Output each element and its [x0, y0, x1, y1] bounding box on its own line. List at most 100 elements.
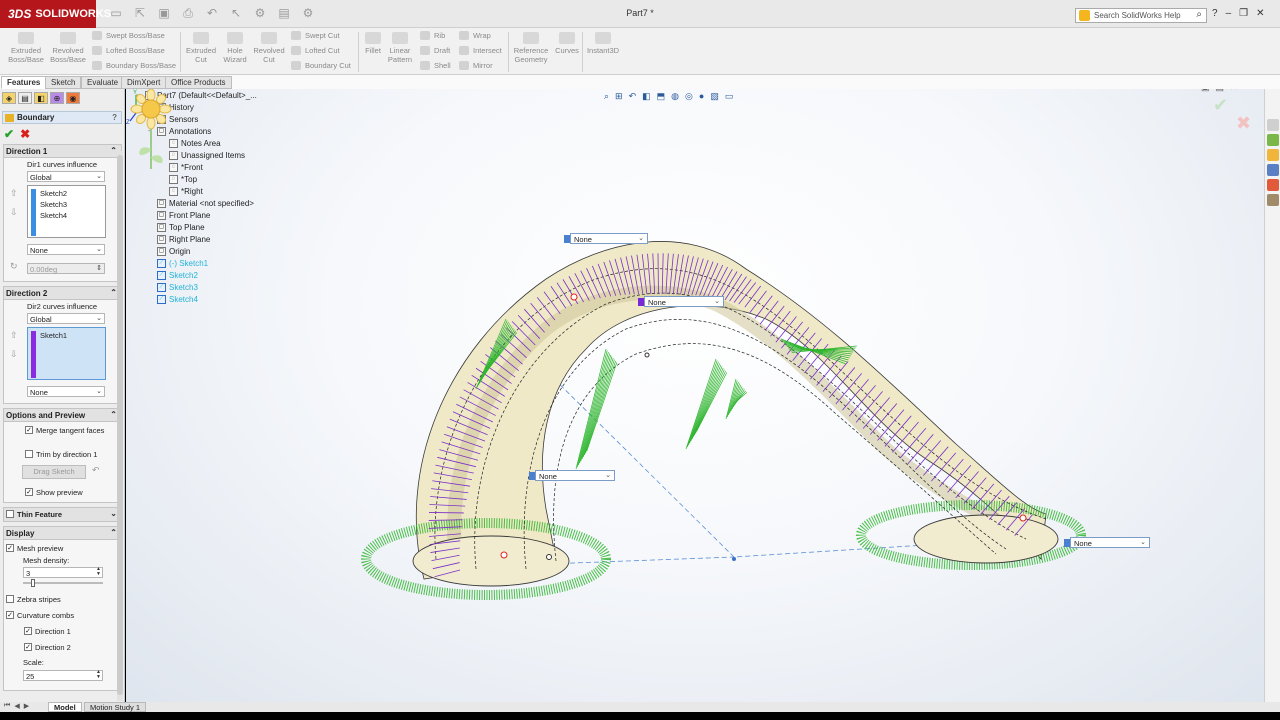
extruded-cut-button[interactable]: Extruded Cut	[183, 32, 219, 64]
trim-by-direction-checkbox[interactable]: Trim by direction 1	[25, 450, 97, 459]
tab-dimxpert[interactable]: DimXpert	[121, 76, 167, 89]
expand-chevron-icon[interactable]: ⌄	[110, 509, 117, 518]
revolved-cut-button[interactable]: Revolved Cut	[251, 32, 287, 64]
mesh-density-slider[interactable]	[23, 579, 103, 587]
hole-wizard-button[interactable]: Hole Wizard	[219, 32, 251, 64]
boundary-surface-preview[interactable]	[126, 89, 1264, 702]
list-item[interactable]: Sketch1	[40, 331, 67, 340]
swept-cut-button[interactable]: Swept Cut	[291, 31, 340, 40]
list-item[interactable]: Sketch2	[40, 189, 67, 198]
save-icon[interactable]: ▣	[156, 6, 172, 20]
edit-appearance-icon[interactable]: ●	[699, 91, 704, 101]
hide-show-items-icon[interactable]: ◎	[685, 91, 693, 102]
dir1-influence-select[interactable]: Global ⌄	[27, 171, 105, 182]
design-library-icon[interactable]	[1267, 134, 1279, 146]
previous-view-icon[interactable]: ↶	[629, 91, 637, 102]
shell-button[interactable]: Shell	[420, 61, 451, 70]
connector-tangency-callout[interactable]: None ⌄	[529, 470, 615, 481]
handle-point[interactable]	[1019, 514, 1027, 522]
viewport-restore-icon[interactable]: ▣	[1201, 89, 1210, 93]
ok-check-icon[interactable]: ✔	[4, 127, 14, 141]
list-item[interactable]: Sketch3	[40, 200, 67, 209]
tree-item[interactable]: ▢ Origin	[148, 247, 190, 256]
solidworks-resources-icon[interactable]	[1267, 119, 1279, 131]
curves-button[interactable]: Curves	[553, 32, 581, 55]
help-icon[interactable]: ?	[1212, 8, 1218, 19]
tree-item[interactable]: ◌ *Top	[160, 175, 197, 184]
lofted-boss-button[interactable]: Lofted Boss/Base	[92, 46, 165, 55]
connector-tangency-callout[interactable]: None ⌄	[638, 296, 724, 307]
move-down-icon[interactable]: ⇩	[10, 349, 18, 360]
rib-button[interactable]: Rib	[420, 31, 445, 40]
open-icon[interactable]: ⇱	[132, 6, 148, 20]
close-icon[interactable]: ✕	[1256, 8, 1264, 19]
merge-tangent-checkbox[interactable]: ✓ Merge tangent faces	[25, 426, 105, 435]
list-item[interactable]: Sketch4	[40, 211, 67, 220]
display-manager-tab-icon[interactable]: ◉	[66, 92, 80, 104]
undo-icon[interactable]: ↶	[204, 6, 220, 20]
show-preview-checkbox[interactable]: ✓ Show preview	[25, 488, 83, 497]
dir2-influence-select[interactable]: Global ⌄	[27, 313, 105, 324]
collapse-chevron-icon[interactable]: ⌃	[110, 410, 117, 419]
tree-item[interactable]: ▢ Material <not specified>	[148, 199, 254, 208]
section-view-icon[interactable]: ◧	[642, 91, 651, 102]
options-header[interactable]: Options and Preview ⌃	[4, 409, 121, 422]
curvature-combs-checkbox[interactable]: ✓ Curvature combs	[6, 611, 74, 620]
tree-item[interactable]: ⟋ Sketch2	[148, 271, 198, 280]
move-up-icon[interactable]: ⇧	[10, 330, 18, 341]
zoom-to-area-icon[interactable]: ⊞	[615, 91, 623, 102]
handle-point[interactable]	[500, 551, 508, 559]
scale-field[interactable]: 25 ▲ ▼	[23, 670, 103, 681]
search-help-field[interactable]: Search SolidWorks Help ⌕	[1075, 8, 1207, 23]
display-style-icon[interactable]: ◍	[671, 91, 679, 102]
revolved-boss-button[interactable]: Revolved Boss/Base	[48, 32, 88, 64]
panel-scrollbar[interactable]	[117, 151, 123, 701]
view-settings-icon[interactable]: ▭	[725, 91, 734, 102]
extruded-boss-button[interactable]: Extruded Boss/Base	[6, 32, 46, 64]
file-properties-icon[interactable]: ▤	[276, 6, 292, 20]
reverse-direction-icon[interactable]: ↻	[10, 261, 18, 272]
file-explorer-icon[interactable]	[1267, 149, 1279, 161]
tab-sketch[interactable]: Sketch	[45, 76, 82, 89]
scrollbar-thumb[interactable]	[117, 155, 123, 695]
help-icon[interactable]: ?	[112, 113, 117, 122]
options-icon[interactable]: ⚙	[300, 6, 316, 20]
dir1-curves-list[interactable]: Sketch2 Sketch3 Sketch4	[27, 185, 106, 238]
tree-item[interactable]: ◌ *Right	[160, 187, 203, 196]
connector-tangency-callout[interactable]: None ⌄	[564, 233, 648, 244]
spin-arrows-icon[interactable]: ▲ ▼	[96, 670, 101, 680]
draft-button[interactable]: Draft	[420, 46, 450, 55]
direction1-header[interactable]: Direction 1 ⌃	[4, 145, 121, 158]
tab-features[interactable]: Features	[1, 76, 47, 89]
view-orientation-icon[interactable]: ⬒	[657, 91, 666, 102]
tree-item[interactable]: ▢ Top Plane	[148, 223, 205, 232]
reference-geometry-button[interactable]: Reference Geometry	[511, 32, 551, 64]
boundary-boss-button[interactable]: Boundary Boss/Base	[92, 61, 176, 70]
tree-item[interactable]: ▢ Right Plane	[148, 235, 210, 244]
swept-boss-button[interactable]: Swept Boss/Base	[92, 31, 165, 40]
slider-thumb[interactable]	[31, 579, 35, 587]
minimize-icon[interactable]: –	[1226, 8, 1232, 19]
prev-tab-icon[interactable]: ◀	[14, 702, 19, 710]
dimxpert-manager-tab-icon[interactable]: ⊕	[50, 92, 64, 104]
drag-sketch-button[interactable]: Drag Sketch	[22, 465, 86, 479]
dir2-curves-list[interactable]: Sketch1	[27, 327, 106, 380]
collapse-chevron-icon[interactable]: ⌃	[110, 528, 117, 537]
thin-feature-checkbox[interactable]: Thin Feature	[6, 510, 62, 519]
instant3d-button[interactable]: Instant3D	[585, 32, 621, 55]
move-up-icon[interactable]: ⇧	[10, 188, 18, 199]
lofted-cut-button[interactable]: Lofted Cut	[291, 46, 340, 55]
tree-item[interactable]: ▢ Front Plane	[148, 211, 210, 220]
boundary-cut-button[interactable]: Boundary Cut	[291, 61, 351, 70]
confirmation-cancel-icon[interactable]: ✖	[1236, 113, 1251, 134]
zebra-stripes-checkbox[interactable]: Zebra stripes	[6, 595, 61, 604]
tab-model[interactable]: Model	[48, 702, 82, 712]
tab-motion-study-1[interactable]: Motion Study 1	[84, 702, 147, 712]
connector-tangency-callout[interactable]: None ⌄	[1064, 537, 1150, 548]
viewport-close-icon[interactable]: ✕	[1230, 89, 1238, 93]
collapse-chevron-icon[interactable]: ⌃	[110, 146, 117, 155]
mesh-density-field[interactable]: 3 ▲ ▼	[23, 567, 103, 578]
comb-direction2-checkbox[interactable]: ✓ Direction 2	[24, 643, 71, 652]
view-palette-icon[interactable]	[1267, 164, 1279, 176]
mirror-button[interactable]: Mirror	[459, 61, 493, 70]
